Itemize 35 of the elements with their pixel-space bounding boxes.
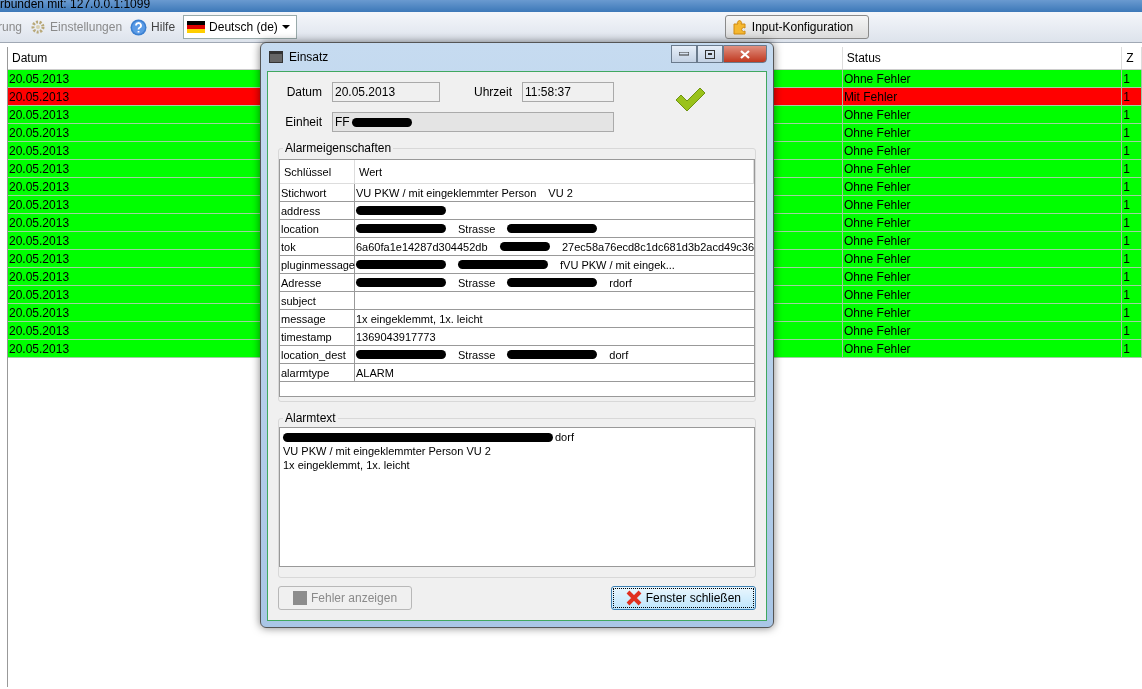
cell-text: Strasse bbox=[458, 348, 496, 361]
cell-text: fVU PKW / mit eingek... bbox=[560, 258, 675, 271]
cell-text: VU 2 bbox=[548, 186, 573, 199]
key-cell: location_dest bbox=[280, 346, 355, 363]
cell-text: 1369043917773 bbox=[356, 330, 436, 343]
table-cell: 1 bbox=[1122, 340, 1142, 358]
cell-text: Strasse bbox=[458, 276, 496, 289]
text-line: dorf bbox=[555, 431, 574, 443]
key-cell: alarmtype bbox=[280, 364, 355, 381]
cell-text: dorf bbox=[609, 348, 629, 361]
text-line: 1x eingeklemmt, 1x. leicht bbox=[283, 459, 410, 471]
field-label: Datum bbox=[285, 85, 323, 99]
key-cell: location bbox=[280, 220, 355, 237]
key-cell: message bbox=[280, 310, 355, 327]
field-label: Uhrzeit bbox=[473, 85, 513, 99]
key-cell: subject bbox=[280, 292, 355, 309]
cell-text: VU PKW / mit eingeklemmter Person bbox=[356, 186, 537, 199]
cell-text: ALARM bbox=[356, 366, 394, 379]
cell-text: Strasse bbox=[458, 222, 496, 235]
cell-text: 27ec58a76ecd8c1dc681d3b2acd49c36 bbox=[561, 240, 754, 253]
group-title: Alarmtext bbox=[283, 411, 338, 425]
text-line: VU PKW / mit eingeklemmter Person VU 2 bbox=[283, 445, 491, 457]
key-cell: tok bbox=[280, 238, 355, 255]
group-title: Alarmeigenschaften bbox=[283, 141, 394, 155]
table-cell: Ohne Fehler bbox=[842, 340, 1123, 358]
key-cell: timestamp bbox=[280, 328, 355, 345]
cell-text: rdorf bbox=[609, 276, 632, 289]
window-title: rbunden mit: 127.0.0.1:1099 bbox=[0, 0, 151, 10]
cell-text: 6a60fa1e14287d304452db bbox=[356, 240, 488, 253]
cell-text: 1x eingeklemmt, 1x. leicht bbox=[356, 312, 483, 325]
key-cell: Stichwort bbox=[280, 184, 355, 201]
dialog-title: Einsatz bbox=[289, 50, 329, 64]
key-cell: pluginmessage bbox=[280, 256, 355, 273]
key-cell: address bbox=[280, 202, 355, 219]
key-cell: Adresse bbox=[280, 274, 355, 291]
